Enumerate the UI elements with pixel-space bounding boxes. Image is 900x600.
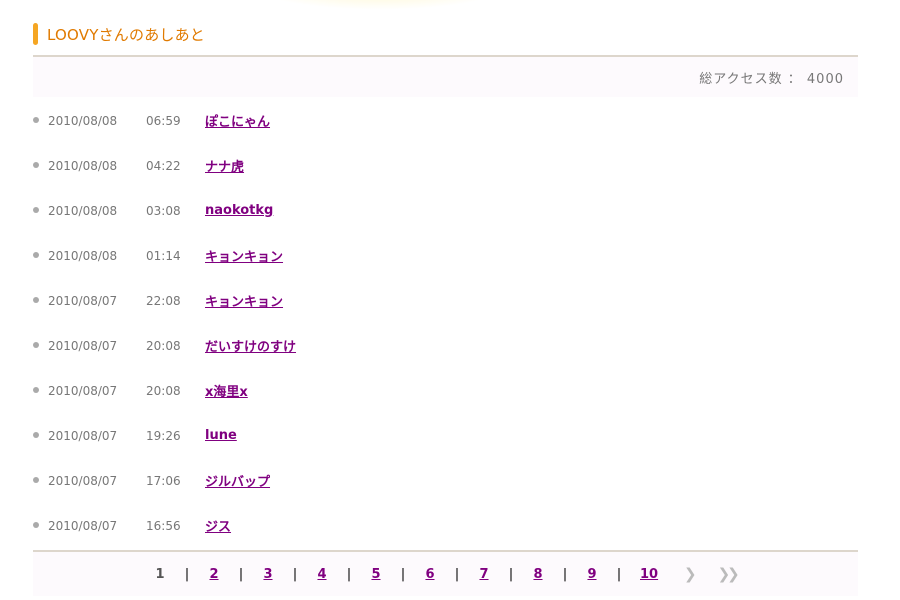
visit-time: 20:08 (146, 338, 181, 353)
double-chevron-right-icon[interactable]: ❯❯ (718, 565, 740, 583)
visit-time: 19:26 (146, 428, 181, 443)
visitor-link[interactable]: ぽこにゃん (205, 111, 270, 130)
list-item: 2010/08/08 01:14 キョンキョン (33, 233, 858, 278)
visit-time: 16:56 (146, 518, 181, 533)
page-separator: | (454, 566, 460, 582)
visit-date: 2010/08/07 (48, 293, 118, 308)
visit-date: 2010/08/07 (48, 428, 118, 443)
list-item: 2010/08/07 16:56 ジス (33, 503, 858, 548)
chevron-right-icon[interactable]: ❯ (684, 565, 696, 583)
page-title: LOOVYさんのあしあと (47, 25, 205, 44)
visitor-link[interactable]: キョンキョン (205, 246, 283, 265)
page-separator: | (562, 566, 568, 582)
total-access-box: 総アクセス数 ： 4000 (33, 57, 858, 97)
page-link-4[interactable]: 4 (316, 567, 328, 582)
visitor-link[interactable]: x海里x (205, 381, 248, 400)
visit-date: 2010/08/07 (48, 338, 118, 353)
page-separator: | (292, 566, 298, 582)
pagination: 1 | 2 | 3 | 4 | 5 | 6 | 7 | 8 | 9 | 10 ❯… (154, 552, 740, 596)
visitor-link[interactable]: naokotkg (205, 203, 273, 218)
section-header: LOOVYさんのあしあと (33, 22, 205, 46)
visit-time: 17:06 (146, 473, 181, 488)
list-item: 2010/08/07 20:08 x海里x (33, 368, 858, 413)
list-item: 2010/08/08 04:22 ナナ虎 (33, 143, 858, 188)
visitor-link[interactable]: ジス (205, 516, 231, 535)
page-link-5[interactable]: 5 (370, 567, 382, 582)
visit-date: 2010/08/07 (48, 473, 118, 488)
title-accent-bar (33, 23, 38, 45)
page-separator: | (238, 566, 244, 582)
visit-date: 2010/08/07 (48, 518, 118, 533)
header-glow (250, 0, 510, 10)
page-link-8[interactable]: 8 (532, 567, 544, 582)
bullet-icon (33, 522, 39, 528)
page-separator: | (400, 566, 406, 582)
pagination-bar: 1 | 2 | 3 | 4 | 5 | 6 | 7 | 8 | 9 | 10 ❯… (33, 552, 858, 596)
visitor-link[interactable]: だいすけのすけ (205, 336, 296, 355)
visit-time: 01:14 (146, 248, 181, 263)
page-separator: | (508, 566, 514, 582)
visitor-link[interactable]: ジルバップ (205, 471, 270, 490)
page-link-10[interactable]: 10 (640, 567, 658, 582)
visit-list: 2010/08/08 06:59 ぽこにゃん 2010/08/08 04:22 … (33, 98, 858, 548)
visit-date: 2010/08/07 (48, 383, 118, 398)
visit-time: 22:08 (146, 293, 181, 308)
visit-time: 03:08 (146, 203, 181, 218)
list-item: 2010/08/07 19:26 lune (33, 413, 858, 458)
bullet-icon (33, 117, 39, 123)
bullet-icon (33, 252, 39, 258)
list-item: 2010/08/07 17:06 ジルバップ (33, 458, 858, 503)
bullet-icon (33, 162, 39, 168)
list-item: 2010/08/08 03:08 naokotkg (33, 188, 858, 233)
page-link-6[interactable]: 6 (424, 567, 436, 582)
visitor-link[interactable]: ナナ虎 (205, 156, 244, 175)
visit-time: 20:08 (146, 383, 181, 398)
visitor-link[interactable]: lune (205, 428, 237, 443)
bullet-icon (33, 342, 39, 348)
visit-time: 06:59 (146, 113, 181, 128)
page-link-2[interactable]: 2 (208, 567, 220, 582)
page-link-9[interactable]: 9 (586, 567, 598, 582)
bullet-icon (33, 387, 39, 393)
page-link-7[interactable]: 7 (478, 567, 490, 582)
list-item: 2010/08/07 20:08 だいすけのすけ (33, 323, 858, 368)
list-item: 2010/08/08 06:59 ぽこにゃん (33, 98, 858, 143)
current-page: 1 (155, 566, 165, 582)
bullet-icon (33, 477, 39, 483)
page-separator: | (616, 566, 622, 582)
page-link-3[interactable]: 3 (262, 567, 274, 582)
visit-time: 04:22 (146, 158, 181, 173)
bullet-icon (33, 207, 39, 213)
list-item: 2010/08/07 22:08 キョンキョン (33, 278, 858, 323)
visit-date: 2010/08/08 (48, 203, 118, 218)
visit-date: 2010/08/08 (48, 158, 118, 173)
page-separator: | (346, 566, 352, 582)
visit-date: 2010/08/08 (48, 248, 118, 263)
visitor-link[interactable]: キョンキョン (205, 291, 283, 310)
visit-date: 2010/08/08 (48, 113, 118, 128)
page-separator: | (184, 566, 190, 582)
bullet-icon (33, 432, 39, 438)
total-access-count: 総アクセス数 ： 4000 (699, 71, 844, 87)
bullet-icon (33, 297, 39, 303)
